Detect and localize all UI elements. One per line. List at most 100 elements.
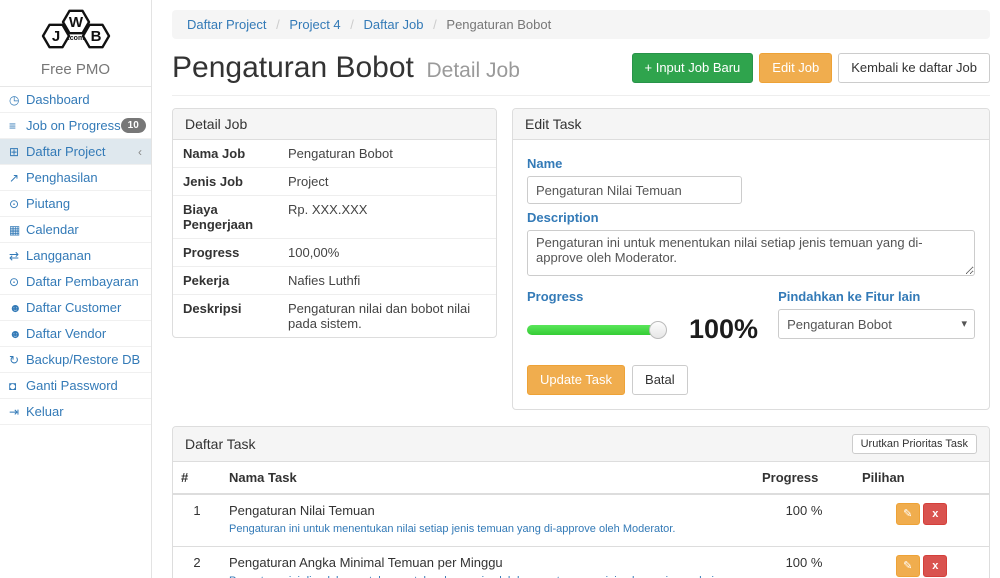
move-feature-select[interactable]: Pengaturan Bobot bbox=[778, 309, 975, 339]
plus-icon: + bbox=[645, 60, 653, 75]
breadcrumb: Daftar Project / Project 4 / Daftar Job … bbox=[172, 10, 990, 39]
users-icon: ☻ bbox=[9, 327, 26, 341]
edit-task-button[interactable]: ✎ bbox=[896, 503, 920, 525]
logo-letter-b: B bbox=[90, 28, 101, 45]
breadcrumb-separator: / bbox=[350, 17, 354, 32]
chart-icon: ↗ bbox=[9, 171, 26, 185]
brand-name: Free PMO bbox=[0, 61, 151, 78]
detail-row: Jenis Job Project bbox=[173, 168, 496, 196]
edit-task-panel: Edit Task Name Description Pengaturan in… bbox=[512, 108, 990, 410]
sidebar-item-penghasilan[interactable]: ↗ Penghasilan bbox=[0, 165, 151, 191]
sidebar-item-daftar-project[interactable]: ⊞ Daftar Project ‹ bbox=[0, 139, 151, 165]
sidebar-item-keluar[interactable]: ⇥ Keluar bbox=[0, 399, 151, 425]
sidebar-item-daftar-vendor[interactable]: ☻ Daftar Vendor bbox=[0, 321, 151, 347]
sidebar-item-calendar[interactable]: ▦ Calendar bbox=[0, 217, 151, 243]
task-description: Pengaturan ini diperlukan untuk menetuka… bbox=[229, 573, 746, 578]
task-name: Pengaturan Angka Minimal Temuan per Ming… bbox=[229, 555, 746, 570]
calendar-icon: ▦ bbox=[9, 223, 26, 237]
repeat-icon: ⇄ bbox=[9, 249, 26, 263]
col-header-pilihan: Pilihan bbox=[854, 462, 989, 494]
progress-slider-handle[interactable] bbox=[649, 321, 667, 339]
page-title-group: Pengaturan Bobot Detail Job bbox=[172, 51, 520, 85]
move-feature-label: Pindahkan ke Fitur lain bbox=[778, 289, 975, 304]
users-icon: ☻ bbox=[9, 301, 26, 315]
detail-row: Biaya Pengerjaan Rp. XXX.XXX bbox=[173, 196, 496, 239]
task-description: Pengaturan ini untuk menentukan nilai se… bbox=[229, 521, 746, 538]
col-header-nama-task: Nama Task bbox=[221, 462, 754, 494]
task-progress: 100 % bbox=[754, 546, 854, 578]
sidebar-item-dashboard[interactable]: ◷ Dashboard bbox=[0, 87, 151, 113]
breadcrumb-current: Pengaturan Bobot bbox=[446, 17, 551, 32]
task-description-textarea[interactable]: Pengaturan ini untuk menentukan nilai se… bbox=[527, 230, 975, 276]
breadcrumb-daftar-job[interactable]: Daftar Job bbox=[364, 17, 424, 32]
sidebar-nav: ◷ Dashboard ≡ Job on Progress 10 ⊞ Dafta… bbox=[0, 87, 151, 425]
sidebar-item-langganan[interactable]: ⇄ Langganan bbox=[0, 243, 151, 269]
money-icon: ⊙ bbox=[9, 197, 26, 211]
dashboard-icon: ◷ bbox=[9, 93, 26, 107]
input-job-baru-label: Input Job Baru bbox=[656, 60, 741, 75]
main-content: Daftar Project / Project 4 / Daftar Job … bbox=[152, 0, 1000, 578]
edit-job-button[interactable]: Edit Job bbox=[759, 53, 832, 83]
sidebar-item-job-on-progress[interactable]: ≡ Job on Progress 10 bbox=[0, 113, 151, 139]
name-label: Name bbox=[527, 156, 975, 171]
page-subtitle: Detail Job bbox=[427, 59, 520, 82]
input-job-baru-button[interactable]: + Input Job Baru bbox=[632, 53, 754, 83]
breadcrumb-daftar-project[interactable]: Daftar Project bbox=[187, 17, 266, 32]
detail-job-panel: Detail Job Nama Job Pengaturan Bobot Jen… bbox=[172, 108, 497, 338]
money-icon: ⊙ bbox=[9, 275, 26, 289]
detail-row: Pekerja Nafies Luthfi bbox=[173, 267, 496, 295]
breadcrumb-separator: / bbox=[276, 17, 280, 32]
progress-slider[interactable] bbox=[527, 325, 659, 335]
detail-row: Progress 100,00% bbox=[173, 239, 496, 267]
detail-job-table: Nama Job Pengaturan Bobot Jenis Job Proj… bbox=[173, 140, 496, 337]
header-actions: + Input Job Baru Edit Job Kembali ke daf… bbox=[632, 53, 991, 83]
move-feature-column: Pindahkan ke Fitur lain Pengaturan Bobot… bbox=[778, 283, 975, 395]
sidebar-item-backup-restore-db[interactable]: ↻ Backup/Restore DB bbox=[0, 347, 151, 373]
sign-out-icon: ⇥ bbox=[9, 405, 26, 419]
edit-task-button[interactable]: ✎ bbox=[896, 555, 920, 577]
update-task-button[interactable]: Update Task bbox=[527, 365, 625, 395]
detail-row: Nama Job Pengaturan Bobot bbox=[173, 140, 496, 168]
kembali-ke-daftar-job-button[interactable]: Kembali ke daftar Job bbox=[838, 53, 990, 83]
task-progress: 100 % bbox=[754, 494, 854, 546]
page-title: Pengaturan Bobot bbox=[172, 51, 414, 84]
lock-icon: ◘ bbox=[9, 379, 26, 393]
job-count-badge: 10 bbox=[121, 118, 146, 133]
sidebar-item-daftar-pembayaran[interactable]: ⊙ Daftar Pembayaran bbox=[0, 269, 151, 295]
task-table: # Nama Task Progress Pilihan 1 Pengatura… bbox=[173, 462, 989, 578]
sidebar-item-piutang[interactable]: ⊙ Piutang bbox=[0, 191, 151, 217]
task-name-input[interactable] bbox=[527, 176, 742, 204]
breadcrumb-project-4[interactable]: Project 4 bbox=[289, 17, 340, 32]
page-header: Pengaturan Bobot Detail Job + Input Job … bbox=[172, 51, 990, 96]
progress-slider-fill bbox=[527, 325, 659, 335]
table-row: 2 Pengaturan Angka Minimal Temuan per Mi… bbox=[173, 546, 989, 578]
batal-button[interactable]: Batal bbox=[632, 365, 688, 395]
delete-task-button[interactable]: x bbox=[923, 555, 947, 577]
top-panels-row: Detail Job Nama Job Pengaturan Bobot Jen… bbox=[172, 108, 990, 410]
logo-letter-j: J bbox=[51, 28, 59, 45]
task-number: 1 bbox=[173, 494, 221, 546]
pencil-icon: ✎ bbox=[903, 560, 912, 572]
table-row: 1 Pengaturan Nilai Temuan Pengaturan ini… bbox=[173, 494, 989, 546]
progress-value: 100% bbox=[689, 314, 758, 345]
progress-label: Progress bbox=[527, 289, 758, 304]
edit-task-panel-title: Edit Task bbox=[513, 109, 989, 140]
daftar-task-panel: Daftar Task Urutkan Prioritas Task # Nam… bbox=[172, 426, 990, 578]
app-root: J W B .com Free PMO ◷ Dashboard ≡ Job on… bbox=[0, 0, 1000, 578]
x-icon: x bbox=[932, 560, 938, 572]
refresh-icon: ↻ bbox=[9, 353, 26, 367]
sidebar-item-ganti-password[interactable]: ◘ Ganti Password bbox=[0, 373, 151, 399]
progress-column: Progress 100% Update Task Batal bbox=[527, 283, 778, 395]
daftar-task-panel-title: Daftar Task bbox=[185, 436, 256, 452]
sidebar-item-daftar-customer[interactable]: ☻ Daftar Customer bbox=[0, 295, 151, 321]
brand-logo[interactable]: J W B .com Free PMO bbox=[0, 0, 151, 87]
list-icon: ≡ bbox=[9, 119, 26, 133]
col-header-num: # bbox=[173, 462, 221, 494]
logo-letter-w: W bbox=[68, 14, 83, 31]
chevron-left-icon: ‹ bbox=[138, 145, 142, 159]
table-icon: ⊞ bbox=[9, 145, 26, 159]
delete-task-button[interactable]: x bbox=[923, 503, 947, 525]
urutkan-prioritas-button-top[interactable]: Urutkan Prioritas Task bbox=[852, 434, 977, 454]
sidebar: J W B .com Free PMO ◷ Dashboard ≡ Job on… bbox=[0, 0, 152, 578]
logo-dotcom: .com bbox=[67, 35, 83, 42]
